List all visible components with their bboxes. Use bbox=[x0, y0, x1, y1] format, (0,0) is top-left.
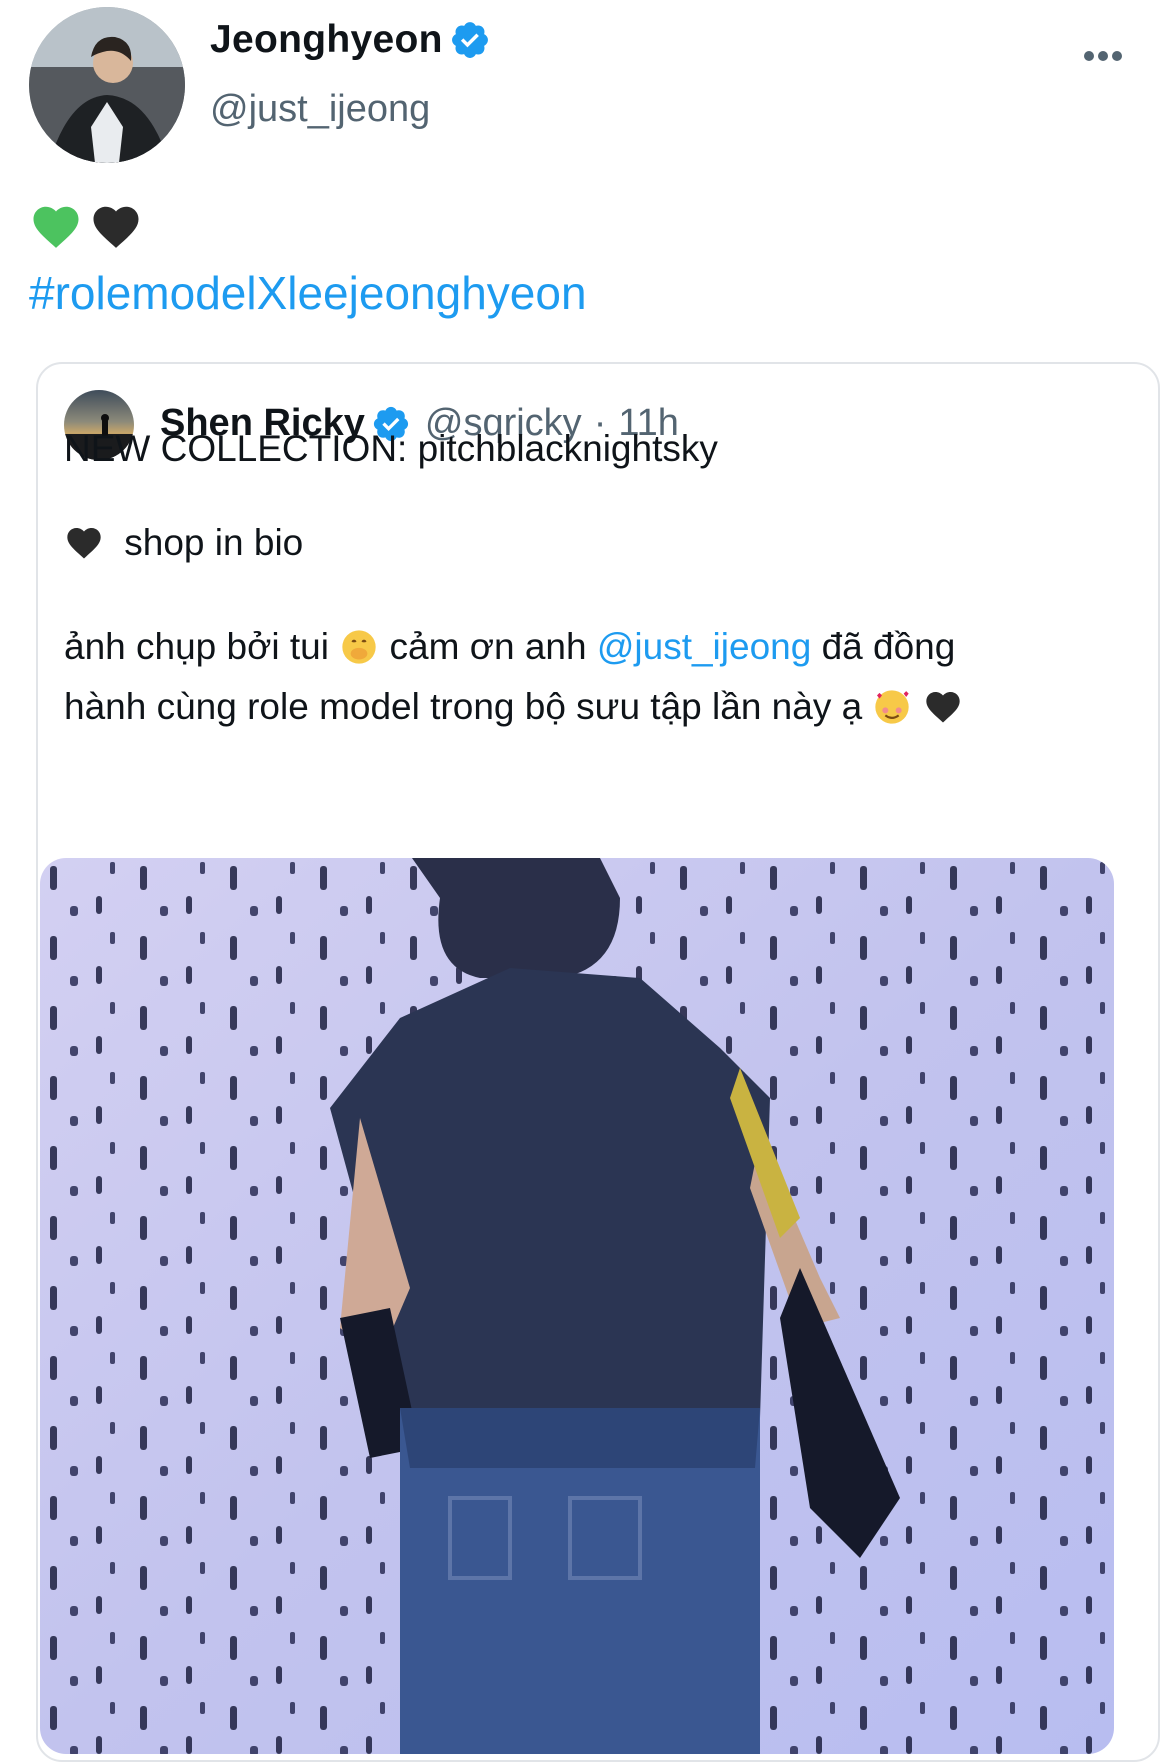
author-handle[interactable]: @just_ijeong bbox=[210, 88, 430, 131]
verified-badge-icon bbox=[449, 19, 491, 61]
hand-over-mouth-emoji bbox=[342, 630, 376, 664]
quoted-text-line-1: NEW COLLECTION: pitchblacknightsky bbox=[64, 416, 718, 482]
quoted-text-line-3: ảnh chụp bởi tui cảm ơn anh @just_ijeong… bbox=[64, 614, 955, 680]
black-heart-emoji bbox=[64, 523, 104, 563]
photo-credit-text: ảnh chụp bởi tui bbox=[64, 626, 329, 667]
author-display-name[interactable]: Jeonghyeon bbox=[210, 18, 443, 62]
author-avatar[interactable] bbox=[29, 7, 185, 163]
collection-text: NEW COLLECTION: pitchblacknightsky bbox=[64, 428, 718, 469]
hashtag-link[interactable]: #rolemodelXleejeonghyeon bbox=[29, 266, 587, 320]
smiling-face-with-hearts-emoji bbox=[875, 690, 910, 724]
rolemodel-text: hành cùng role model trong bộ sưu tập lầ… bbox=[64, 686, 863, 727]
more-options-icon[interactable] bbox=[1078, 38, 1128, 74]
thanks-text: cảm ơn anh bbox=[389, 626, 587, 667]
quoted-text-line-4: hành cùng role model trong bộ sưu tập lầ… bbox=[64, 674, 963, 740]
quoted-tweet-card[interactable]: Shen Ricky @sqricky · 11h NEW COLLECTION… bbox=[36, 362, 1160, 1762]
tweet-emoji-line bbox=[29, 200, 143, 254]
accompany-text: đã đồng bbox=[821, 626, 956, 667]
tweet-header: Jeonghyeon @just_ijeong bbox=[0, 0, 1170, 170]
shop-text: shop in bio bbox=[124, 522, 304, 563]
quoted-tweet-media[interactable] bbox=[40, 858, 1114, 1754]
mention-link[interactable]: @just_ijeong bbox=[597, 626, 811, 667]
black-heart-emoji bbox=[923, 687, 963, 727]
green-heart-emoji bbox=[29, 200, 83, 254]
black-heart-emoji bbox=[89, 200, 143, 254]
quoted-text-line-2: shop in bio bbox=[64, 510, 303, 576]
